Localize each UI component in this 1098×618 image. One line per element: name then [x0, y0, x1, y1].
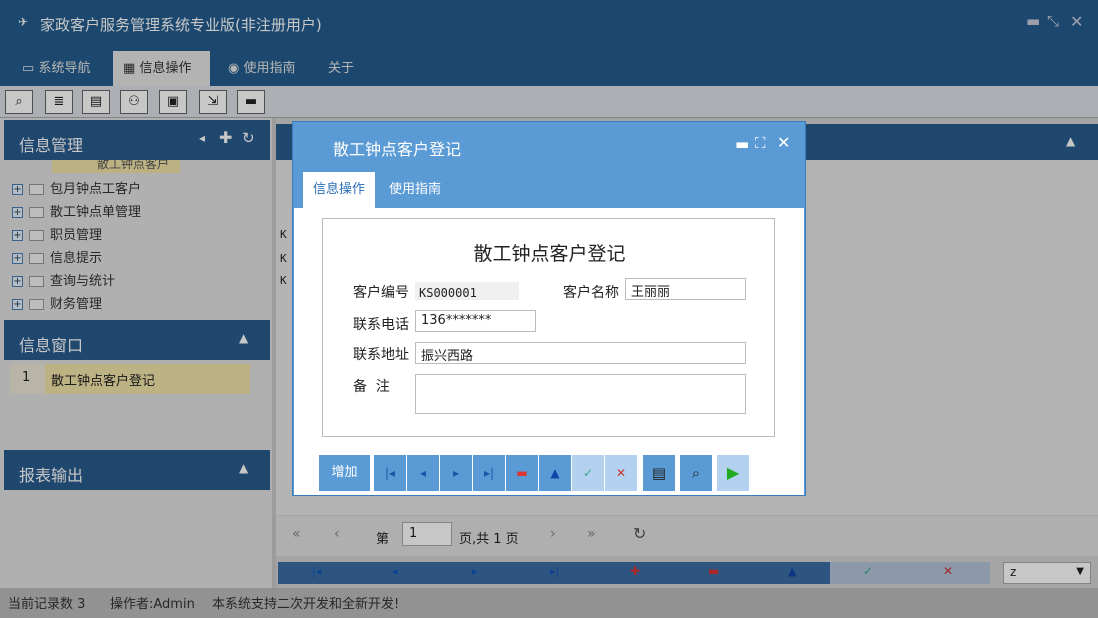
- cancel-icon[interactable]: ✕: [605, 455, 638, 491]
- address-label: 联系地址: [353, 347, 409, 363]
- add-button[interactable]: 增加: [319, 455, 371, 491]
- customer-code-label: 客户编号: [353, 285, 409, 301]
- customer-code-field: KS000001: [415, 282, 519, 300]
- minimize-icon[interactable]: ▬: [735, 135, 749, 153]
- form-title: 散工钟点客户登记: [473, 243, 626, 265]
- edit-icon[interactable]: ▲: [539, 455, 572, 491]
- phone-field[interactable]: 136*******: [415, 310, 536, 332]
- tab-info-ops[interactable]: 信息操作: [303, 172, 376, 208]
- address-field[interactable]: 振兴西路: [415, 342, 746, 364]
- customer-name-label: 客户名称: [563, 285, 619, 301]
- preview-icon[interactable]: ⌕: [680, 455, 713, 491]
- phone-label: 联系电话: [353, 317, 409, 333]
- form-panel: 散工钟点客户登记 客户编号 KS000001 客户名称 王丽丽 联系电话 136…: [322, 218, 775, 437]
- note-field[interactable]: [415, 374, 746, 414]
- dialog-body: 散工钟点客户登记 客户编号 KS000001 客户名称 王丽丽 联系电话 136…: [294, 208, 804, 495]
- delete-icon[interactable]: ▬: [506, 455, 539, 491]
- customer-registration-dialog: 散工钟点客户登记 ▬ ⛶ ✕ 信息操作 使用指南 散工钟点客户登记 客户编号 K…: [292, 121, 806, 496]
- close-icon[interactable]: ✕: [777, 133, 790, 152]
- maximize-icon[interactable]: ⛶: [755, 134, 766, 152]
- first-record-icon[interactable]: |◂: [374, 455, 407, 491]
- last-record-icon[interactable]: ▸|: [473, 455, 506, 491]
- tab-user-guide[interactable]: 使用指南: [379, 172, 451, 208]
- next-record-icon[interactable]: ▸: [440, 455, 473, 491]
- dialog-title: 散工钟点客户登记: [333, 140, 462, 159]
- play-icon[interactable]: ▶: [717, 455, 750, 491]
- print-icon[interactable]: ▤: [643, 455, 676, 491]
- customer-name-field[interactable]: 王丽丽: [625, 278, 746, 300]
- confirm-icon[interactable]: ✓: [572, 455, 605, 491]
- note-label: 备 注: [353, 379, 390, 395]
- prev-record-icon[interactable]: ◂: [407, 455, 440, 491]
